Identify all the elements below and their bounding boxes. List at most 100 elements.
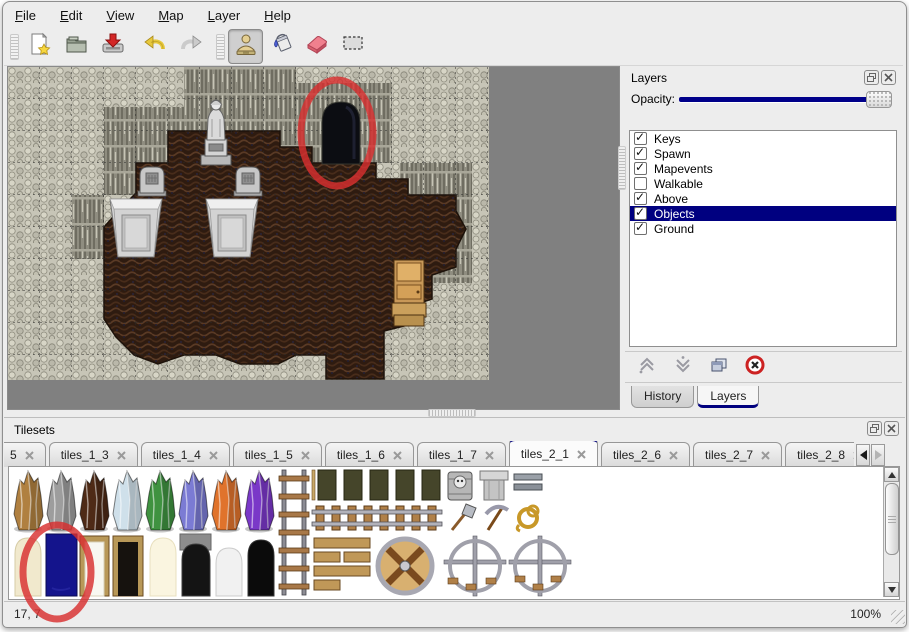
fill-tool-button[interactable] xyxy=(268,30,298,60)
plank-stack-tile[interactable] xyxy=(314,538,370,590)
menu-view[interactable]: View xyxy=(99,6,141,25)
shovel-tile[interactable] xyxy=(452,504,476,530)
redo-button[interactable] xyxy=(176,31,206,61)
menu-file[interactable]: File xyxy=(8,6,43,25)
application-window: { "colors": { "accent_navy": "#000080", … xyxy=(0,0,909,632)
dock-tab-history[interactable]: History xyxy=(631,386,694,408)
tab-close-icon[interactable] xyxy=(669,451,678,460)
duplicate-layer-button[interactable] xyxy=(707,355,731,379)
layer-visibility-checkbox[interactable] xyxy=(634,162,647,175)
tileset-tab-tiles_2_6[interactable]: tiles_2_6 xyxy=(601,442,690,467)
save-map-button[interactable] xyxy=(98,31,128,61)
horizontal-rail-tile[interactable] xyxy=(312,506,442,530)
map-canvas[interactable] xyxy=(8,67,489,380)
tileset-tab-tiles_1_7[interactable]: tiles_1_7 xyxy=(417,442,506,467)
zoom-level: 100% xyxy=(850,607,881,621)
layer-list[interactable]: KeysSpawnMapeventsWalkableAboveObjectsGr… xyxy=(629,130,897,347)
tileset-scrollbar[interactable] xyxy=(883,467,899,597)
dock-tab-layers[interactable]: Layers xyxy=(697,386,759,408)
metal-bars-tile[interactable] xyxy=(514,474,542,490)
layer-visibility-checkbox[interactable] xyxy=(634,192,647,205)
tileset-tab-label: tiles_1_7 xyxy=(429,448,477,462)
tab-close-icon[interactable] xyxy=(301,451,310,460)
menu-help[interactable]: Help xyxy=(257,6,298,25)
ladder-tile[interactable] xyxy=(279,470,309,595)
tab-close-icon[interactable] xyxy=(761,451,770,460)
tab-scroll-left-button[interactable] xyxy=(856,444,870,466)
tileset-content[interactable] xyxy=(8,466,900,600)
wood-lintel-tiles[interactable] xyxy=(312,470,440,500)
layer-name: Keys xyxy=(654,132,681,146)
turntable-tile[interactable] xyxy=(378,539,432,593)
pickaxe-tile[interactable] xyxy=(486,507,508,530)
tileset-tab-tiles_1_4[interactable]: tiles_1_4 xyxy=(141,442,230,467)
undo-button[interactable] xyxy=(140,31,170,61)
stamp-tool-button[interactable] xyxy=(228,29,263,64)
splitter-horizontal[interactable] xyxy=(428,409,476,417)
tab-close-icon[interactable] xyxy=(209,451,218,460)
tab-close-icon[interactable] xyxy=(393,451,402,460)
layer-visibility-checkbox[interactable] xyxy=(634,207,647,220)
tileset-tab-tiles_2_1[interactable]: tiles_2_1 xyxy=(509,441,598,467)
scroll-down-icon xyxy=(888,587,896,593)
tab-close-icon[interactable] xyxy=(485,451,494,460)
tab-close-icon[interactable] xyxy=(853,451,854,460)
map-view[interactable] xyxy=(7,66,620,410)
tileset-tab-tiles_2_8[interactable]: tiles_2_8 xyxy=(785,442,854,467)
tab-close-icon[interactable] xyxy=(25,451,34,460)
opacity-slider-handle[interactable] xyxy=(866,91,892,108)
tileset-tab-label: tiles_1_3 xyxy=(61,448,109,462)
tileset-image[interactable] xyxy=(10,468,878,597)
layer-row-spawn[interactable]: Spawn xyxy=(630,146,896,161)
lower-layer-button[interactable] xyxy=(671,355,695,379)
open-map-button[interactable] xyxy=(62,31,92,61)
layer-visibility-checkbox[interactable] xyxy=(634,132,647,145)
tileset-tab-5[interactable]: 5 xyxy=(4,442,46,467)
crystal-tiles[interactable] xyxy=(14,471,274,533)
eraser-tool-button[interactable] xyxy=(302,30,332,60)
tileset-tab-tiles_1_6[interactable]: tiles_1_6 xyxy=(325,442,414,467)
tab-close-icon[interactable] xyxy=(117,451,126,460)
tileset-tab-tiles_1_5[interactable]: tiles_1_5 xyxy=(233,442,322,467)
float-panel-button[interactable] xyxy=(864,70,879,85)
toolbar-drag-handle[interactable] xyxy=(10,34,19,60)
raise-layer-button[interactable] xyxy=(635,355,659,379)
tilesets-close-button[interactable] xyxy=(884,421,899,436)
layer-name: Mapevents xyxy=(654,162,713,176)
scroll-down-button[interactable] xyxy=(884,582,899,597)
tileset-tab-tiles_1_3[interactable]: tiles_1_3 xyxy=(49,442,138,467)
layer-visibility-checkbox[interactable] xyxy=(634,147,647,160)
layer-row-mapevents[interactable]: Mapevents xyxy=(630,161,896,176)
stone-column-tile[interactable] xyxy=(480,471,508,500)
close-panel-button[interactable] xyxy=(881,70,896,85)
blue-door-tile[interactable] xyxy=(46,534,77,596)
menu-map[interactable]: Map xyxy=(151,6,190,25)
select-tool-button[interactable] xyxy=(338,30,368,60)
delete-layer-button[interactable] xyxy=(743,355,767,379)
door-tiles[interactable] xyxy=(15,534,274,596)
layer-row-ground[interactable]: Ground xyxy=(630,221,896,236)
skull-barrel-tile[interactable] xyxy=(448,472,472,500)
layer-row-above[interactable]: Above xyxy=(630,191,896,206)
resize-grip-icon[interactable] xyxy=(891,610,905,624)
layer-visibility-checkbox[interactable] xyxy=(634,222,647,235)
opacity-slider-track[interactable] xyxy=(679,97,890,102)
tab-scroll-right-button[interactable] xyxy=(871,444,885,466)
scroll-up-button[interactable] xyxy=(884,467,899,482)
new-map-button[interactable] xyxy=(24,31,54,61)
rail-junction-tiles[interactable] xyxy=(444,536,571,596)
scroll-right-icon xyxy=(875,450,882,460)
toolbar-drag-handle-2[interactable] xyxy=(216,34,225,60)
tilesets-float-button[interactable] xyxy=(867,421,882,436)
layer-visibility-checkbox[interactable] xyxy=(634,177,647,190)
layer-name: Walkable xyxy=(654,177,703,191)
layer-row-walkable[interactable]: Walkable xyxy=(630,176,896,191)
layer-row-keys[interactable]: Keys xyxy=(630,131,896,146)
tileset-tab-tiles_2_7[interactable]: tiles_2_7 xyxy=(693,442,782,467)
menu-edit[interactable]: Edit xyxy=(53,6,89,25)
layer-row-objects[interactable]: Objects xyxy=(630,206,896,221)
tab-close-icon[interactable] xyxy=(577,450,586,459)
menu-layer[interactable]: Layer xyxy=(201,6,248,25)
rope-coil-tile[interactable] xyxy=(517,506,538,531)
scrollbar-thumb[interactable] xyxy=(885,483,899,555)
